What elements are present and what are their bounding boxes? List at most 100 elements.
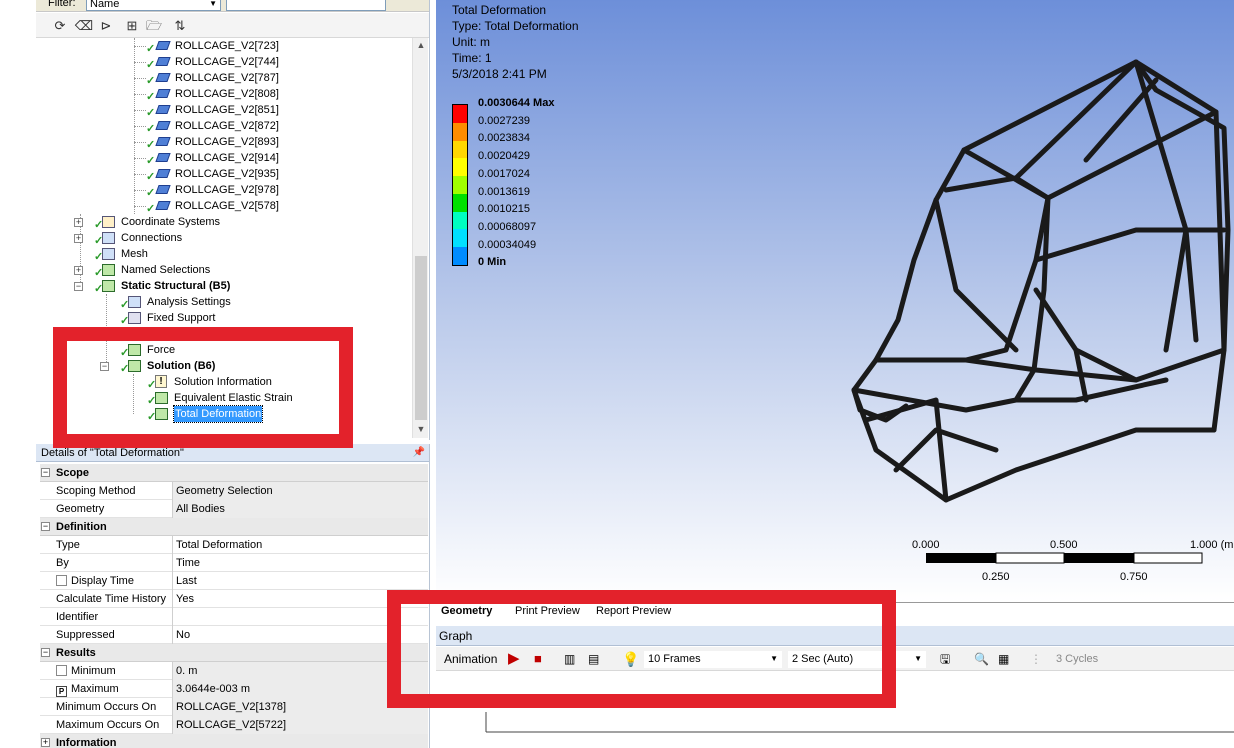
scale-label-3: 0.250 bbox=[982, 571, 1010, 583]
scrollbar-thumb[interactable] bbox=[415, 256, 427, 420]
floor-rail bbox=[851, 377, 1169, 413]
check-icon: ✓ bbox=[146, 43, 156, 55]
folder-icon[interactable]: 🗁 bbox=[144, 16, 164, 36]
graph-pane: Graph Animation ▶ ■ ▥ ▤ 💡 10 Frames ▼ 2 … bbox=[436, 622, 1234, 748]
chevron-up-icon[interactable]: ▲ bbox=[413, 38, 429, 52]
graph-area[interactable] bbox=[436, 672, 1234, 748]
legend-label: 0.0020429 bbox=[478, 150, 530, 163]
result-sets-icon[interactable]: ▤ bbox=[588, 651, 599, 667]
row-value: ROLLCAGE_V2[1378] bbox=[173, 698, 428, 716]
graph-title: Graph bbox=[436, 626, 1234, 646]
tree-filter-icon[interactable]: ⊳ bbox=[96, 16, 116, 36]
tab-print-preview[interactable]: Print Preview bbox=[512, 603, 583, 619]
group-definition[interactable]: − Definition bbox=[40, 518, 428, 536]
body-icon bbox=[155, 121, 171, 130]
body-icon bbox=[155, 57, 171, 66]
legend-label: 0.00068097 bbox=[478, 220, 537, 233]
checkbox[interactable] bbox=[56, 665, 67, 676]
collapse-icon[interactable]: − bbox=[41, 522, 50, 531]
eraser-icon[interactable]: ⌫ bbox=[74, 16, 94, 36]
refresh-icon[interactable]: ⟳ bbox=[50, 16, 70, 36]
row-value[interactable]: Last bbox=[173, 572, 428, 590]
expand-icon[interactable]: + bbox=[74, 266, 83, 275]
play-icon[interactable]: ▶ bbox=[508, 651, 520, 667]
details-pane: Details of "Total Deformation" 📌 − Scope… bbox=[36, 444, 430, 748]
stop-icon[interactable]: ■ bbox=[534, 651, 542, 667]
zoom-icon[interactable]: 🔍 bbox=[974, 651, 989, 667]
pin-icon[interactable]: 📌 bbox=[413, 444, 425, 462]
outline-pane: Filter: Name ▼ ⟳ ⌫ ⊳ ⊞ 🗁 ⇅ ✓ ROLLCAGE_V2[… bbox=[36, 0, 430, 440]
row-value[interactable] bbox=[173, 608, 428, 626]
tree-label: ROLLCAGE_V2[787] bbox=[175, 72, 279, 84]
tree-scrollbar[interactable]: ▲ ▼ bbox=[412, 38, 428, 438]
body-icon bbox=[155, 73, 171, 82]
parameter-checkbox[interactable]: P bbox=[56, 686, 67, 697]
row-geometry[interactable]: Geometry All Bodies bbox=[40, 500, 428, 518]
row-value[interactable]: Time bbox=[173, 554, 428, 572]
row-value[interactable]: Total Deformation bbox=[173, 536, 428, 554]
row-display-time[interactable]: Display Time Last bbox=[40, 572, 428, 590]
export-video-icon[interactable]: 🖫 bbox=[940, 651, 950, 667]
distributed-frames-icon[interactable]: ▥ bbox=[564, 651, 575, 667]
row-calc-time-history[interactable]: Calculate Time History Yes bbox=[40, 590, 428, 608]
row-minimum[interactable]: Minimum 0. m bbox=[40, 662, 428, 680]
tree-label: ROLLCAGE_V2[808] bbox=[175, 88, 279, 100]
row-maximum[interactable]: P Maximum 3.0644e-003 m bbox=[40, 680, 428, 698]
fixed-support-icon bbox=[128, 312, 141, 324]
color-grid-icon[interactable]: ▦ bbox=[998, 651, 1009, 667]
sort-icon[interactable]: ⇅ bbox=[170, 16, 190, 36]
check-icon: ✓ bbox=[146, 107, 156, 119]
row-key: Identifier bbox=[52, 608, 173, 626]
scale-label-1: 0.500 bbox=[1050, 539, 1078, 551]
row-key: Display Time bbox=[52, 572, 173, 590]
expand-icon[interactable]: + bbox=[74, 218, 83, 227]
group-results[interactable]: − Results bbox=[40, 644, 428, 662]
check-icon: ✓ bbox=[146, 91, 156, 103]
row-suppressed[interactable]: Suppressed No bbox=[40, 626, 428, 644]
chevron-down-icon: ▼ bbox=[914, 654, 922, 663]
expand-all-icon[interactable]: ⊞ bbox=[122, 16, 142, 36]
chevron-down-icon[interactable]: ▼ bbox=[413, 422, 429, 436]
animation-label: Animation bbox=[444, 652, 498, 666]
row-max-occurs: Maximum Occurs On ROLLCAGE_V2[5722] bbox=[40, 716, 428, 734]
row-key: Minimum Occurs On bbox=[52, 698, 173, 716]
group-scope[interactable]: − Scope bbox=[40, 464, 428, 482]
tree-label: Solution Information bbox=[174, 376, 272, 388]
tab-report-preview[interactable]: Report Preview bbox=[593, 603, 674, 619]
duration-select[interactable]: 2 Sec (Auto) ▼ bbox=[788, 651, 926, 668]
filter-select[interactable]: Name ▼ bbox=[86, 0, 221, 11]
row-value[interactable]: Yes bbox=[173, 590, 428, 608]
row-key: P Maximum bbox=[52, 680, 173, 698]
collapse-icon[interactable]: − bbox=[41, 648, 50, 657]
row-key: Maximum Occurs On bbox=[52, 716, 173, 734]
row-key-text: Minimum bbox=[71, 665, 116, 677]
row-value[interactable]: All Bodies bbox=[173, 500, 428, 518]
filter-bar: Filter: Name ▼ bbox=[36, 0, 429, 12]
tree-label: ROLLCAGE_V2[893] bbox=[175, 136, 279, 148]
row-value[interactable]: Geometry Selection bbox=[173, 482, 428, 500]
row-type[interactable]: Type Total Deformation bbox=[40, 536, 428, 554]
collapse-icon[interactable]: − bbox=[100, 362, 109, 371]
row-value: ROLLCAGE_V2[5722] bbox=[173, 716, 428, 734]
row-value[interactable]: No bbox=[173, 626, 428, 644]
left-edge-strip bbox=[0, 0, 36, 748]
collapse-icon[interactable]: − bbox=[41, 468, 50, 477]
group-information[interactable]: + Information bbox=[40, 734, 428, 748]
rollcage-model[interactable] bbox=[836, 50, 1234, 520]
expand-icon[interactable]: + bbox=[41, 738, 50, 747]
filter-search-input[interactable] bbox=[226, 0, 386, 11]
filter-select-value: Name bbox=[90, 0, 120, 10]
result-time: Time: 1 bbox=[452, 51, 492, 65]
row-by[interactable]: By Time bbox=[40, 554, 428, 572]
graphics-viewport[interactable]: Total Deformation Type: Total Deformatio… bbox=[436, 0, 1234, 602]
expand-icon[interactable]: + bbox=[74, 234, 83, 243]
body-icon bbox=[155, 201, 171, 210]
collapse-icon[interactable]: − bbox=[74, 282, 83, 291]
row-identifier[interactable]: Identifier bbox=[40, 608, 428, 626]
row-scoping-method[interactable]: Scoping Method Geometry Selection bbox=[40, 482, 428, 500]
checkbox[interactable] bbox=[56, 575, 67, 586]
body-icon bbox=[155, 89, 171, 98]
lightbulb-icon[interactable]: 💡 bbox=[622, 651, 639, 667]
frames-select[interactable]: 10 Frames ▼ bbox=[644, 651, 782, 668]
tab-geometry[interactable]: Geometry bbox=[438, 603, 495, 619]
